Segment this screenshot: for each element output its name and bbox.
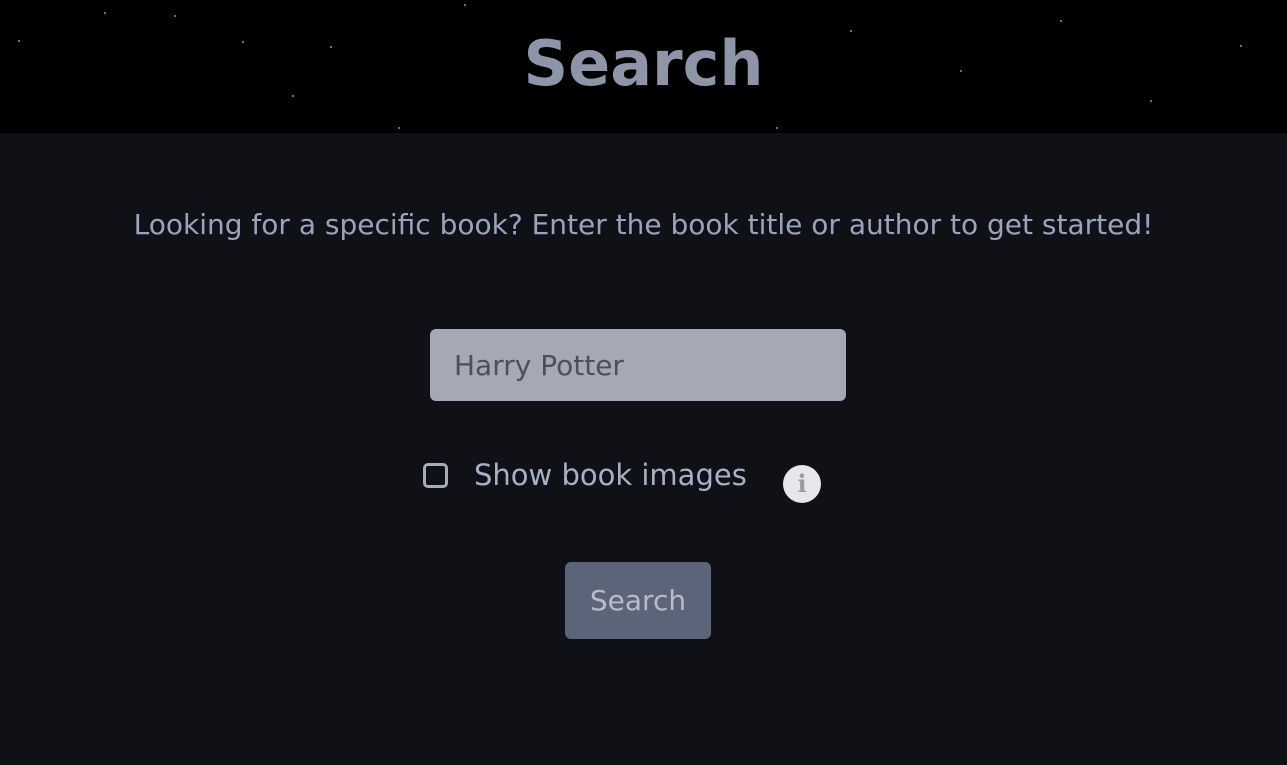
star-decoration xyxy=(174,15,176,17)
show-images-label[interactable]: Show book images xyxy=(474,452,747,498)
page-title: Search xyxy=(523,27,764,100)
header-banner: Search xyxy=(0,0,1287,133)
show-images-checkbox[interactable] xyxy=(423,463,448,488)
star-decoration xyxy=(1060,20,1062,22)
info-icon[interactable]: i xyxy=(783,465,821,503)
intro-text: Looking for a specific book? Enter the b… xyxy=(133,208,1154,241)
star-decoration xyxy=(104,12,106,14)
search-button[interactable]: Search xyxy=(565,562,711,639)
star-decoration xyxy=(398,127,400,129)
search-input[interactable] xyxy=(430,329,846,401)
star-decoration xyxy=(464,4,466,6)
star-decoration xyxy=(776,127,778,129)
